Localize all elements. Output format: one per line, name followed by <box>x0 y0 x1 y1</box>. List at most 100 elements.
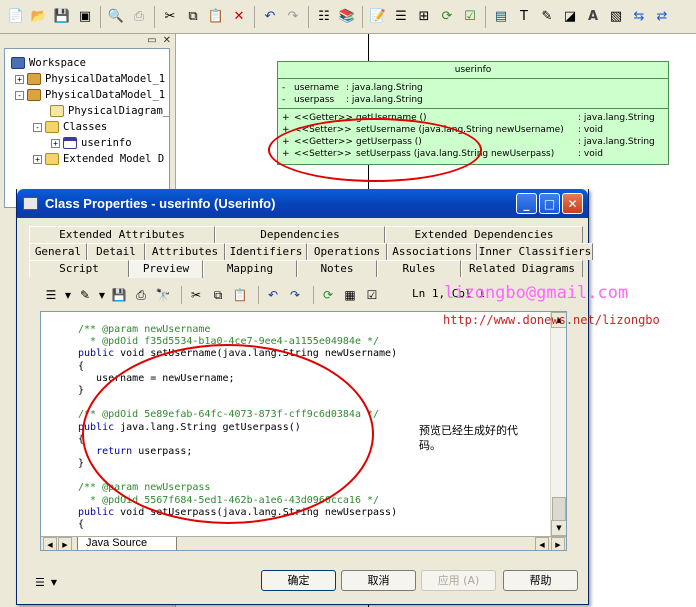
dialog-titlebar[interactable]: Class Properties - userinfo (Userinfo) _… <box>17 189 588 218</box>
list-icon[interactable]: ☰ <box>42 286 60 304</box>
apply-button[interactable]: 应用 (A) <box>421 570 496 591</box>
tab-general[interactable]: General <box>29 243 87 260</box>
java-source-tab[interactable]: Java Source <box>77 537 177 550</box>
tab-related-diagrams[interactable]: Related Diagrams <box>461 260 583 277</box>
open-icon[interactable]: 📂 <box>29 7 49 27</box>
expand-icon[interactable]: + <box>51 138 60 148</box>
undo-icon[interactable]: ↶ <box>264 286 282 304</box>
text-icon[interactable]: T <box>514 7 534 27</box>
model-properties-icon[interactable]: 📝 <box>368 7 388 27</box>
tab-extended-attributes[interactable]: Extended Attributes <box>29 226 215 243</box>
cut-icon[interactable]: ✂ <box>187 286 205 304</box>
tab-attributes[interactable]: Attributes <box>145 243 225 260</box>
tab-dependencies[interactable]: Dependencies <box>215 226 385 243</box>
redo-icon[interactable]: ↷ <box>286 286 304 304</box>
scroll-left-icon[interactable]: ◀ <box>43 537 57 550</box>
tab-rules[interactable]: Rules <box>377 260 461 277</box>
find-icon[interactable]: 🔭 <box>154 286 172 304</box>
paste-icon[interactable]: 📋 <box>231 286 249 304</box>
paste-icon[interactable]: 📋 <box>206 7 226 27</box>
close-icon[interactable]: ✕ <box>163 35 171 46</box>
tab-preview[interactable]: Preview <box>129 260 203 278</box>
copy-icon[interactable]: ⧉ <box>209 286 227 304</box>
check-icon[interactable]: ☑ <box>460 7 480 27</box>
uml-class-userinfo[interactable]: userinfo - username : java.lang.String -… <box>277 61 669 165</box>
save-icon[interactable]: 💾 <box>110 286 128 304</box>
collapse-icon[interactable]: - <box>33 122 42 132</box>
redo-icon[interactable]: ↷ <box>283 7 303 27</box>
export-icon[interactable]: ⇄ <box>652 7 672 27</box>
refresh-icon[interactable]: ⟳ <box>319 286 337 304</box>
tab-associations[interactable]: Associations <box>387 243 477 260</box>
tab-script[interactable]: Script <box>29 260 129 277</box>
fill-icon[interactable]: ◪ <box>560 7 580 27</box>
image-icon[interactable]: ▧ <box>606 7 626 27</box>
tab-operations[interactable]: Operations <box>307 243 387 260</box>
uml-attribute: - username : java.lang.String <box>278 82 668 94</box>
scroll-right-icon[interactable]: ▶ <box>551 537 565 550</box>
tree-item-model-2[interactable]: - PhysicalDataModel_1 <box>15 87 165 103</box>
code-line: return userpass; <box>96 445 193 457</box>
tab-detail[interactable]: Detail <box>87 243 145 260</box>
operation-signature: getUsername () <box>356 113 427 123</box>
menu-button[interactable]: ☰ ▼ <box>35 573 67 591</box>
copy-icon[interactable]: ⧉ <box>183 7 203 27</box>
tree-icon[interactable]: ⊞ <box>414 7 434 27</box>
delete-icon[interactable]: ✕ <box>229 7 249 27</box>
tree-item-diagram[interactable]: PhysicalDiagram_ <box>50 103 169 119</box>
model-icon <box>27 89 41 101</box>
dropdown-arrow-icon[interactable]: ▼ <box>64 286 72 304</box>
refresh-icon[interactable]: ⟳ <box>437 7 457 27</box>
cut-icon[interactable]: ✂ <box>160 7 180 27</box>
expand-icon[interactable]: + <box>33 154 42 164</box>
undo-icon[interactable]: ↶ <box>260 7 280 27</box>
print-preview-icon[interactable]: 🔍 <box>106 7 126 27</box>
tree-item-classes[interactable]: - Classes <box>33 119 107 135</box>
tab-notes[interactable]: Notes <box>297 260 377 277</box>
cancel-button[interactable]: 取消 <box>341 570 416 591</box>
annotation-text: 预览已经生成好的代码。 <box>419 424 518 452</box>
tree-item-model-1[interactable]: + PhysicalDataModel_1 <box>15 71 165 87</box>
table-icon[interactable]: ▤ <box>491 7 511 27</box>
close-icon[interactable]: ✕ <box>562 193 583 214</box>
visibility: - <box>282 95 286 105</box>
tab-mapping[interactable]: Mapping <box>203 260 297 277</box>
ok-button[interactable]: 确定 <box>261 570 336 591</box>
operation-signature: setUsername (java.lang.String newUsernam… <box>356 125 564 135</box>
expand-icon[interactable]: + <box>15 74 24 84</box>
uml-operation: + <<Setter>> setUsername (java.lang.Stri… <box>278 124 668 136</box>
collapse-icon[interactable]: - <box>15 90 24 100</box>
scroll-right-icon[interactable]: ▶ <box>58 537 72 550</box>
maximize-icon[interactable]: □ <box>539 193 560 214</box>
dropdown-arrow-icon[interactable]: ▼ <box>98 286 106 304</box>
save-all-icon[interactable]: ▣ <box>75 7 95 27</box>
properties-icon[interactable]: ☷ <box>314 7 334 27</box>
scroll-left-icon[interactable]: ◀ <box>535 537 549 550</box>
tab-inner-classifiers[interactable]: Inner Classifiers <box>477 243 593 260</box>
new-icon[interactable]: 📄 <box>6 7 26 27</box>
tree-item-extended-model[interactable]: + Extended Model D <box>33 151 164 167</box>
tree-item-label: PhysicalDataModel_1 <box>45 89 166 101</box>
pin-icon[interactable]: ▭ <box>147 35 156 46</box>
print-icon[interactable]: ⎙ <box>129 7 149 27</box>
list-icon[interactable]: ☰ <box>391 7 411 27</box>
font-icon[interactable]: A <box>583 7 603 27</box>
library-icon[interactable]: 📚 <box>337 7 357 27</box>
grid-icon[interactable]: ▦ <box>341 286 359 304</box>
import-icon[interactable]: ⇆ <box>629 7 649 27</box>
tab-identifiers[interactable]: Identifiers <box>225 243 307 260</box>
print-icon[interactable]: ⎙ <box>132 286 150 304</box>
options-icon[interactable]: ☑ <box>363 286 381 304</box>
toolbar-separator <box>100 5 101 28</box>
minimize-icon[interactable]: _ <box>516 193 537 214</box>
scroll-down-icon[interactable]: ▼ <box>551 520 566 536</box>
tree-item-workspace[interactable]: Workspace <box>11 55 86 71</box>
tab-extended-dependencies[interactable]: Extended Dependencies <box>385 226 583 243</box>
vertical-scrollbar[interactable]: ▲ ▼ <box>550 312 566 537</box>
save-icon[interactable]: 💾 <box>52 7 72 27</box>
edit-icon[interactable]: ✎ <box>76 286 94 304</box>
help-button[interactable]: 帮助 <box>503 570 578 591</box>
tree-item-userinfo[interactable]: + userinfo <box>51 135 132 151</box>
code-line: public void setUserpass(java.lang.String… <box>78 506 398 518</box>
pen-icon[interactable]: ✎ <box>537 7 557 27</box>
